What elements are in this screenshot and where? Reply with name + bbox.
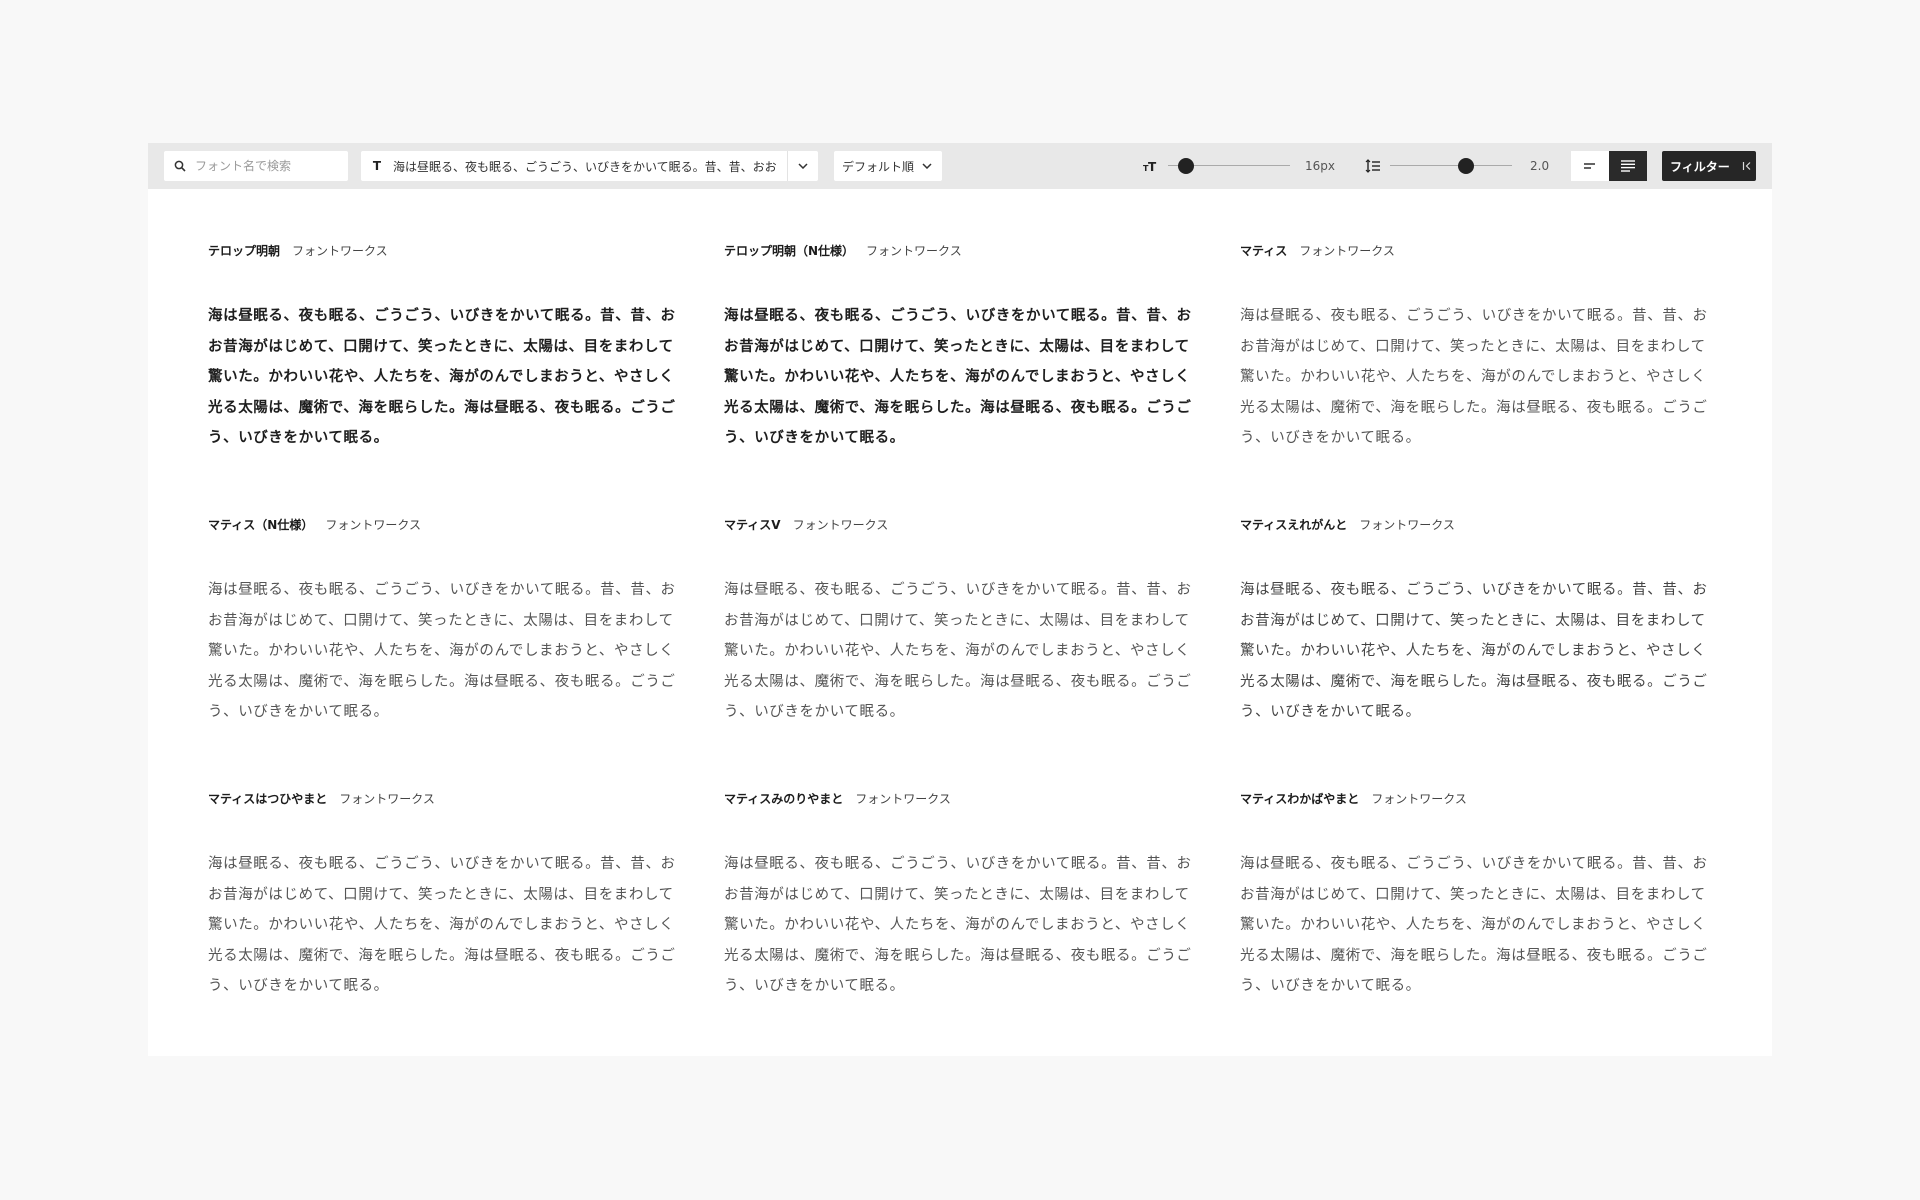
line-height-icon (1364, 158, 1382, 174)
font-card-header: マティスみのりやまと フォントワークス (724, 791, 1196, 807)
font-card[interactable]: マティスみのりやまと フォントワークス 海は昼眠る、夜も眠る、ごうごう、いびきを… (724, 791, 1196, 1065)
font-size-slider[interactable] (1168, 158, 1290, 174)
font-size-value: 16px (1305, 159, 1335, 173)
font-card[interactable]: マティス（N仕様） フォントワークス 海は昼眠る、夜も眠る、ごうごう、いびきをか… (208, 517, 680, 791)
toolbar: T 海は昼眠る、夜も眠る、ごうごう、いびきをかいて眠る。昔、昔、おお デフォルト… (148, 143, 1772, 189)
font-foundry: フォントワークス (855, 792, 951, 806)
sample-text-box[interactable]: T 海は昼眠る、夜も眠る、ごうごう、いびきをかいて眠る。昔、昔、おお (361, 151, 818, 181)
font-sample-text: 海は昼眠る、夜も眠る、ごうごう、いびきをかいて眠る。昔、昔、おお昔海がはじめて、… (208, 307, 676, 446)
font-name[interactable]: マティスはつひやまと (208, 791, 327, 807)
chevron-down-icon (922, 163, 932, 169)
font-card[interactable]: マティスわかばやまと フォントワークス 海は昼眠る、夜も眠る、ごうごう、いびきを… (1240, 791, 1712, 1065)
font-name[interactable]: マティスみのりやまと (724, 791, 843, 807)
align-left-button[interactable] (1571, 151, 1609, 181)
font-sample-text: 海は昼眠る、夜も眠る、ごうごう、いびきをかいて眠る。昔、昔、おお昔海がはじめて、… (1240, 582, 1708, 720)
line-height-slider-track[interactable] (1390, 165, 1512, 166)
font-sample-text: 海は昼眠る、夜も眠る、ごうごう、いびきをかいて眠る。昔、昔、おお昔海がはじめて、… (208, 582, 676, 720)
collapse-left-icon[interactable] (1742, 161, 1752, 171)
font-card-header: マティスえれがんと フォントワークス (1240, 517, 1712, 533)
font-card-header: マティスV フォントワークス (724, 517, 1196, 533)
font-list-panel: T 海は昼眠る、夜も眠る、ごうごう、いびきをかいて眠る。昔、昔、おお デフォルト… (148, 143, 1772, 1056)
font-sample-text: 海は昼眠る、夜も眠る、ごうごう、いびきをかいて眠る。昔、昔、おお昔海がはじめて、… (724, 856, 1192, 994)
font-name[interactable]: マティスわかばやまと (1240, 791, 1359, 807)
font-grid: テロップ明朝 フォントワークス 海は昼眠る、夜も眠る、ごうごう、いびきをかいて眠… (208, 243, 1712, 1065)
font-card[interactable]: マティスえれがんと フォントワークス 海は昼眠る、夜も眠る、ごうごう、いびきをか… (1240, 517, 1712, 791)
line-height-slider-handle[interactable] (1457, 158, 1474, 174)
font-foundry: フォントワークス (792, 518, 889, 532)
font-search-box[interactable] (164, 151, 348, 181)
font-name[interactable]: マティスえれがんと (1240, 517, 1347, 533)
font-name[interactable]: マティス（N仕様） (208, 517, 313, 533)
align-justify-button[interactable] (1609, 151, 1647, 181)
font-sample-text: 海は昼眠る、夜も眠る、ごうごう、いびきをかいて眠る。昔、昔、おお昔海がはじめて、… (208, 856, 676, 994)
line-height-slider[interactable] (1390, 158, 1512, 174)
font-name[interactable]: テロップ明朝 (208, 243, 280, 259)
font-card-header: マティス（N仕様） フォントワークス (208, 517, 680, 533)
font-search-input[interactable] (193, 158, 347, 174)
font-foundry: フォントワークス (325, 518, 421, 532)
align-justify-icon (1621, 160, 1635, 172)
text-align-toggle (1571, 151, 1647, 181)
sample-text-input[interactable]: 海は昼眠る、夜も眠る、ごうごう、いびきをかいて眠る。昔、昔、おお (393, 158, 787, 175)
svg-text:T: T (1148, 160, 1157, 172)
font-card[interactable]: テロップ明朝 フォントワークス 海は昼眠る、夜も眠る、ごうごう、いびきをかいて眠… (208, 243, 680, 517)
font-sample-text: 海は昼眠る、夜も眠る、ごうごう、いびきをかいて眠る。昔、昔、おお昔海がはじめて、… (1240, 308, 1708, 446)
font-card[interactable]: テロップ明朝（N仕様） フォントワークス 海は昼眠る、夜も眠る、ごうごう、いびき… (724, 243, 1196, 517)
font-sample-text: 海は昼眠る、夜も眠る、ごうごう、いびきをかいて眠る。昔、昔、おお昔海がはじめて、… (724, 582, 1192, 720)
font-name[interactable]: マティス (1240, 243, 1287, 259)
font-name[interactable]: マティスV (724, 517, 781, 533)
font-foundry: フォントワークス (1299, 244, 1395, 258)
font-sample-text: 海は昼眠る、夜も眠る、ごうごう、いびきをかいて眠る。昔、昔、おお昔海がはじめて、… (724, 307, 1192, 446)
font-card-header: マティスはつひやまと フォントワークス (208, 791, 680, 807)
sample-text-dropdown-button[interactable] (787, 151, 818, 181)
font-card-header: マティス フォントワークス (1240, 243, 1712, 259)
font-card-header: マティスわかばやまと フォントワークス (1240, 791, 1712, 807)
font-card[interactable]: マティス フォントワークス 海は昼眠る、夜も眠る、ごうごう、いびきをかいて眠る。… (1240, 243, 1712, 517)
font-foundry: フォントワークス (292, 244, 388, 258)
font-card-header: テロップ明朝 フォントワークス (208, 243, 680, 259)
font-foundry: フォントワークス (1359, 518, 1455, 532)
font-sample-text: 海は昼眠る、夜も眠る、ごうごう、いびきをかいて眠る。昔、昔、おお昔海がはじめて、… (1240, 856, 1708, 994)
filter-button-label: フィルター (1670, 159, 1730, 174)
font-card[interactable]: マティスはつひやまと フォントワークス 海は昼眠る、夜も眠る、ごうごう、いびきを… (208, 791, 680, 1065)
text-icon: T (372, 159, 382, 173)
font-foundry: フォントワークス (1371, 792, 1467, 806)
font-foundry: フォントワークス (866, 244, 962, 258)
search-icon (174, 160, 186, 172)
font-foundry: フォントワークス (339, 792, 435, 806)
sort-select-label: デフォルト順 (842, 159, 915, 174)
align-left-icon (1584, 163, 1595, 169)
sort-select[interactable]: デフォルト順 (834, 151, 942, 181)
font-size-slider-handle[interactable] (1178, 158, 1195, 174)
font-size-icon: T T (1142, 158, 1160, 174)
font-card-header: テロップ明朝（N仕様） フォントワークス (724, 243, 1196, 259)
filter-button[interactable]: フィルター (1662, 151, 1756, 181)
font-name[interactable]: テロップ明朝（N仕様） (724, 243, 854, 259)
font-card[interactable]: マティスV フォントワークス 海は昼眠る、夜も眠る、ごうごう、いびきをかいて眠る… (724, 517, 1196, 791)
chevron-down-icon (798, 163, 808, 169)
line-height-value: 2.0 (1530, 159, 1550, 173)
